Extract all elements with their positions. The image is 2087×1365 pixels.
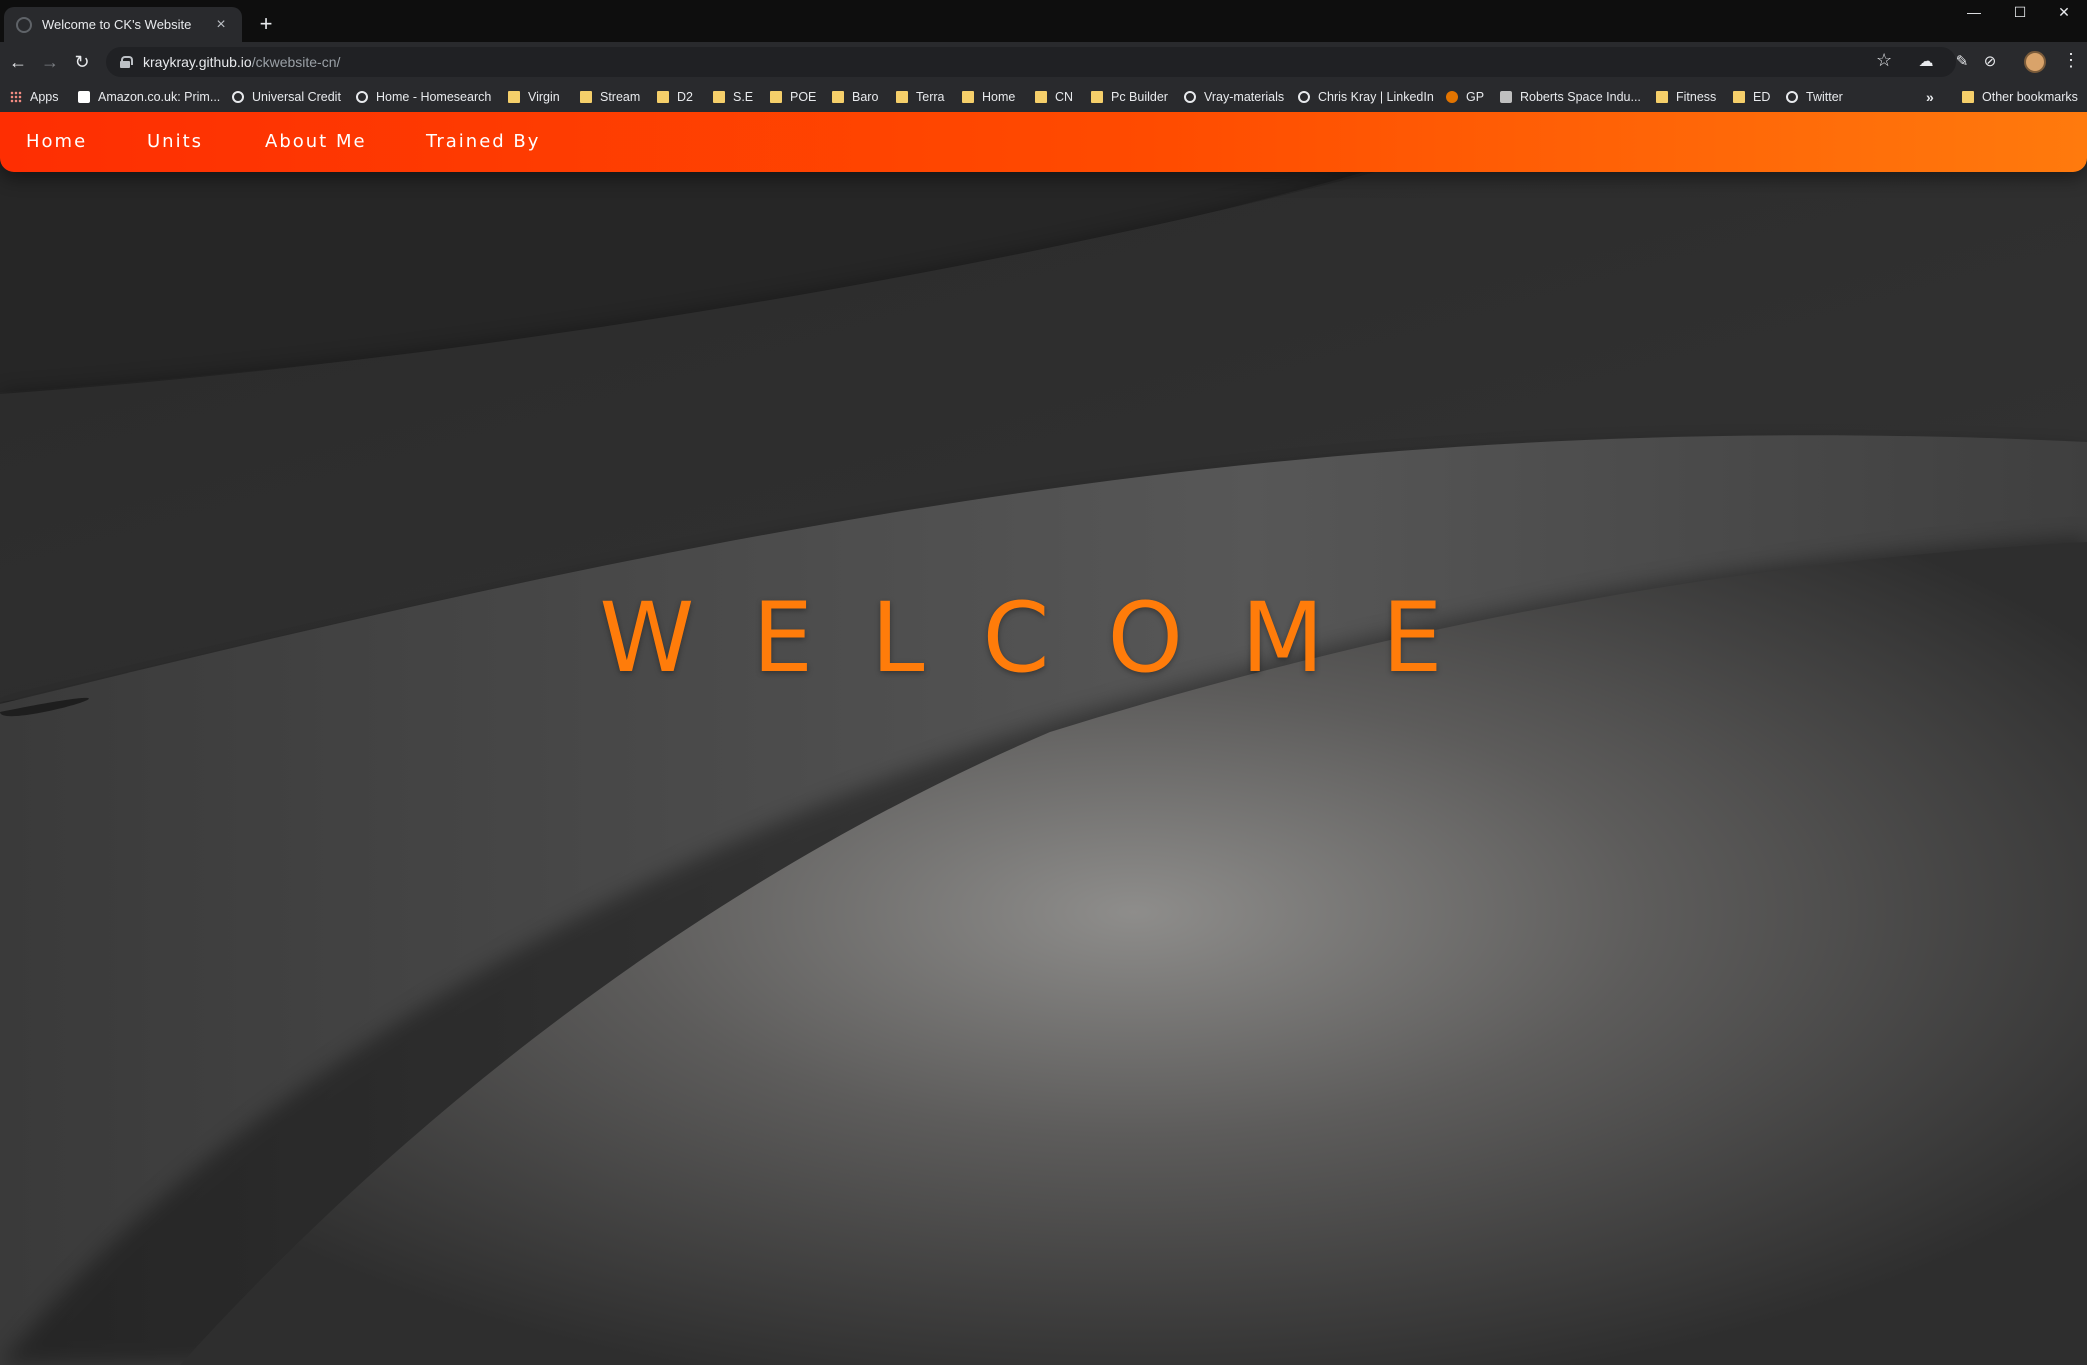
bookmark-label: ED bbox=[1753, 90, 1771, 104]
new-tab-button[interactable]: + bbox=[254, 12, 278, 36]
hero-welcome-title: WELCOME bbox=[599, 582, 1501, 694]
apps-icon bbox=[10, 91, 22, 103]
bookmark-label: Terra bbox=[916, 90, 945, 104]
bookmark-label: Home bbox=[982, 90, 1016, 104]
close-window-button[interactable]: ✕ bbox=[2041, 0, 2087, 24]
reload-icon[interactable]: ↻ bbox=[70, 50, 94, 74]
bookmark-terra[interactable]: Terra bbox=[896, 82, 944, 112]
bookmark-label: GP bbox=[1466, 90, 1485, 104]
nav-link-about-me[interactable]: About Me bbox=[265, 112, 367, 172]
bookmark-label: Roberts Space Indu... bbox=[1520, 90, 1641, 104]
bookmark-se[interactable]: S.E bbox=[713, 82, 753, 112]
bookmark-label: POE bbox=[790, 90, 817, 104]
bookmark-ed[interactable]: ED bbox=[1733, 82, 1770, 112]
bookmark-star-icon[interactable]: ☆ bbox=[1876, 50, 1892, 71]
tab-favicon-icon bbox=[16, 16, 32, 33]
browser-menu-icon[interactable]: ⋮ bbox=[2062, 50, 2080, 71]
lock-icon bbox=[120, 56, 133, 68]
cloud-extension-icon[interactable]: ☁ bbox=[1916, 52, 1936, 72]
bookmark-amazon[interactable]: Amazon.co.uk: Prim... bbox=[78, 82, 220, 112]
bookmark-label: CN bbox=[1055, 90, 1074, 104]
folder-icon bbox=[713, 91, 725, 103]
globe-icon bbox=[1786, 91, 1798, 103]
globe-icon bbox=[1184, 91, 1196, 103]
bookmarks-bar: Apps Amazon.co.uk: Prim... Universal Cre… bbox=[0, 82, 2087, 112]
browser-toolbar: ← → ↻ kraykray.github.io /ckwebsite-cn/ … bbox=[0, 42, 2087, 82]
folder-icon bbox=[1733, 91, 1745, 103]
bookmark-vray-materials[interactable]: Vray-materials bbox=[1184, 82, 1284, 112]
folder-icon bbox=[1091, 91, 1103, 103]
bookmark-d2[interactable]: D2 bbox=[657, 82, 693, 112]
bookmark-home[interactable]: Home bbox=[962, 82, 1015, 112]
maximize-button[interactable]: ☐ bbox=[1997, 0, 2043, 24]
bookmark-apps[interactable]: Apps bbox=[10, 82, 59, 112]
gp-icon bbox=[1446, 91, 1458, 103]
bookmark-poe[interactable]: POE bbox=[770, 82, 816, 112]
site-navbar: Home Units About Me Trained By bbox=[0, 112, 2087, 172]
tab-strip: Welcome to CK's Website × + — ☐ ✕ bbox=[0, 0, 2087, 42]
folder-icon bbox=[896, 91, 908, 103]
folder-icon bbox=[580, 91, 592, 103]
browser-tab[interactable]: Welcome to CK's Website × bbox=[4, 7, 242, 42]
bookmark-cn[interactable]: CN bbox=[1035, 82, 1073, 112]
bookmark-label: Pc Builder bbox=[1111, 90, 1168, 104]
bookmark-label: Fitness bbox=[1676, 90, 1717, 104]
bookmark-gp[interactable]: GP bbox=[1446, 82, 1484, 112]
bookmark-label: Twitter bbox=[1806, 90, 1843, 104]
folder-icon bbox=[1962, 91, 1974, 103]
bookmark-homesearch[interactable]: Home - Homesearch bbox=[356, 82, 491, 112]
address-bar[interactable]: kraykray.github.io /ckwebsite-cn/ bbox=[106, 47, 1956, 77]
forward-arrow-icon[interactable]: → bbox=[38, 50, 62, 74]
bookmark-label: Home - Homesearch bbox=[376, 90, 492, 104]
folder-icon bbox=[508, 91, 520, 103]
url-path: /ckwebsite-cn/ bbox=[251, 54, 341, 70]
globe-icon bbox=[1298, 91, 1310, 103]
url-host: kraykray.github.io bbox=[143, 54, 252, 70]
bookmark-label: S.E bbox=[733, 90, 754, 104]
web-page: Home Units About Me Trained By WELCOME bbox=[0, 112, 2087, 1365]
folder-icon bbox=[1035, 91, 1047, 103]
bookmark-label: Virgin bbox=[528, 90, 560, 104]
bookmark-label: Apps bbox=[30, 90, 59, 104]
bookmark-label: D2 bbox=[677, 90, 693, 104]
folder-icon bbox=[770, 91, 782, 103]
background-waves bbox=[0, 112, 2087, 1365]
nav-link-units[interactable]: Units bbox=[147, 112, 203, 172]
tab-close-icon[interactable]: × bbox=[212, 16, 230, 34]
tab-title: Welcome to CK's Website bbox=[42, 17, 192, 32]
bookmark-linkedin[interactable]: Chris Kray | LinkedIn bbox=[1298, 82, 1434, 112]
bookmark-stream[interactable]: Stream bbox=[580, 82, 640, 112]
folder-icon bbox=[1656, 91, 1668, 103]
minimize-button[interactable]: — bbox=[1951, 0, 1997, 24]
bookmark-universal-credit[interactable]: Universal Credit bbox=[232, 82, 341, 112]
block-extension-icon[interactable]: ⊘ bbox=[1980, 52, 2000, 72]
rsi-icon bbox=[1500, 91, 1512, 103]
nav-link-home[interactable]: Home bbox=[26, 112, 87, 172]
bookmark-label: Baro bbox=[852, 90, 879, 104]
pen-extension-icon[interactable]: ✎ bbox=[1952, 52, 1972, 72]
bookmark-fitness[interactable]: Fitness bbox=[1656, 82, 1716, 112]
bookmark-roberts-space[interactable]: Roberts Space Indu... bbox=[1500, 82, 1641, 112]
folder-icon bbox=[962, 91, 974, 103]
back-arrow-icon[interactable]: ← bbox=[6, 50, 30, 74]
profile-avatar[interactable] bbox=[2024, 51, 2046, 73]
bookmark-baro[interactable]: Baro bbox=[832, 82, 878, 112]
bookmark-label: Stream bbox=[600, 90, 641, 104]
nav-link-trained-by[interactable]: Trained By bbox=[426, 112, 540, 172]
bookmark-label: Amazon.co.uk: Prim... bbox=[98, 90, 221, 104]
bookmark-label: Other bookmarks bbox=[1982, 90, 2078, 104]
other-bookmarks[interactable]: Other bookmarks bbox=[1962, 82, 2078, 112]
bookmark-label: Vray-materials bbox=[1204, 90, 1285, 104]
bookmark-label: Universal Credit bbox=[252, 90, 341, 104]
bookmark-virgin[interactable]: Virgin bbox=[508, 82, 560, 112]
folder-icon bbox=[657, 91, 669, 103]
folder-icon bbox=[832, 91, 844, 103]
bookmark-pc-builder[interactable]: Pc Builder bbox=[1091, 82, 1168, 112]
globe-icon bbox=[232, 91, 244, 103]
bookmarks-overflow-icon[interactable]: » bbox=[1926, 82, 1934, 112]
bookmark-twitter[interactable]: Twitter bbox=[1786, 82, 1843, 112]
amazon-icon bbox=[78, 91, 90, 103]
bookmark-label: Chris Kray | LinkedIn bbox=[1318, 90, 1434, 104]
globe-icon bbox=[356, 91, 368, 103]
